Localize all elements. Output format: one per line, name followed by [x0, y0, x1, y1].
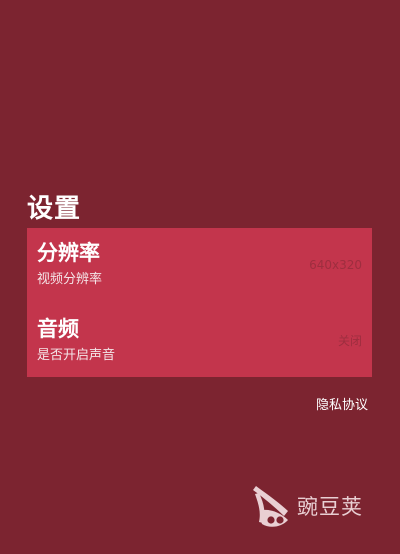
setting-row-resolution[interactable]: 分辨率 视频分辨率 640x320 [27, 232, 372, 304]
setting-subtitle-audio: 是否开启声音 [37, 348, 116, 363]
wandoujia-logo: 豌豆荚 [250, 484, 375, 534]
wandoujia-pea-pod-icon [253, 486, 288, 527]
setting-subtitle-resolution: 视频分辨率 [37, 272, 103, 287]
setting-title-resolution: 分辨率 [37, 241, 100, 265]
privacy-policy-link[interactable]: 隐私协议 [316, 397, 368, 415]
wandoujia-logo-text: 豌豆荚 [297, 495, 363, 519]
setting-row-audio[interactable]: 音频 是否开启声音 关闭 [27, 308, 372, 380]
page-title: 设置 [27, 194, 82, 224]
setting-value-audio: 关闭 [337, 334, 362, 348]
setting-title-audio: 音频 [37, 317, 79, 341]
settings-panel: 分辨率 视频分辨率 640x320 音频 是否开启声音 关闭 [27, 228, 372, 377]
setting-value-resolution: 640x320 [309, 258, 362, 272]
